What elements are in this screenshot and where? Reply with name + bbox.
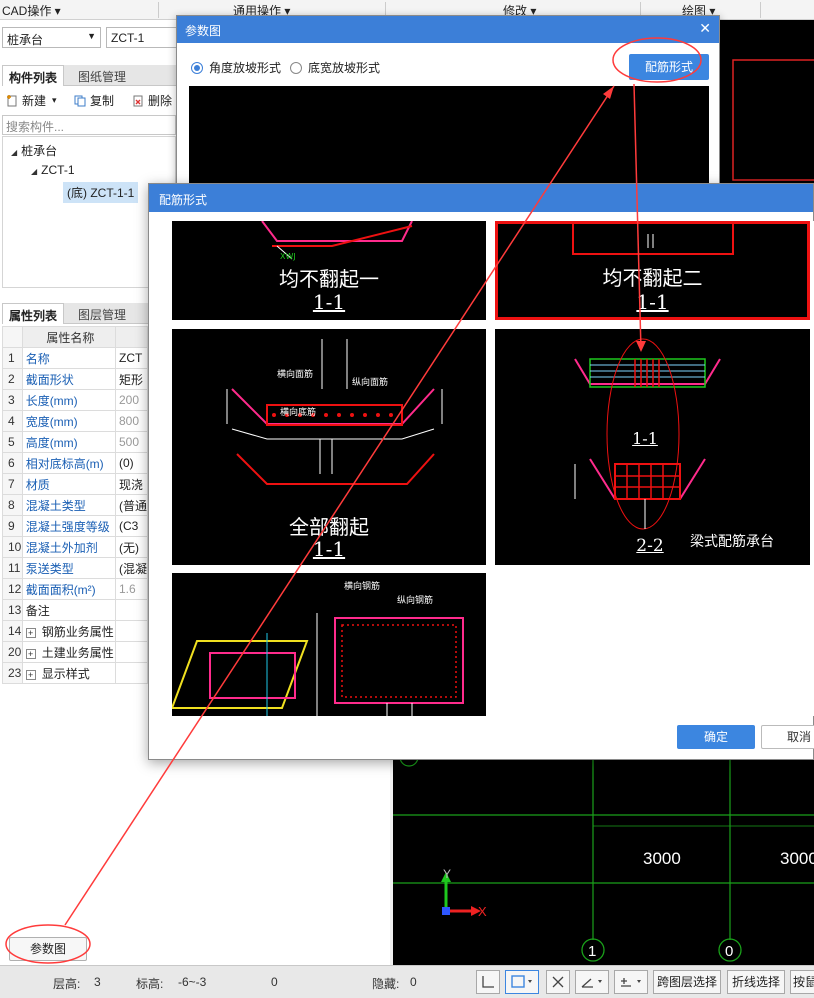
- arrow-head-icon: [636, 341, 646, 352]
- app-window: CAD操作 ▾ 通用操作 ▾ 修改 ▾ 绘图 ▾ 桩承台 ▼ ZCT-1 构件列…: [0, 0, 814, 998]
- annotation-circle-param-button: [5, 924, 91, 964]
- arrow-head-icon: [603, 86, 614, 99]
- annotation-circle-rebar-button: [612, 37, 702, 83]
- annotation-arrow-line-2: [633, 83, 642, 351]
- annotation-overlay: [5, 37, 702, 964]
- annotation-arrow-line: [64, 85, 615, 926]
